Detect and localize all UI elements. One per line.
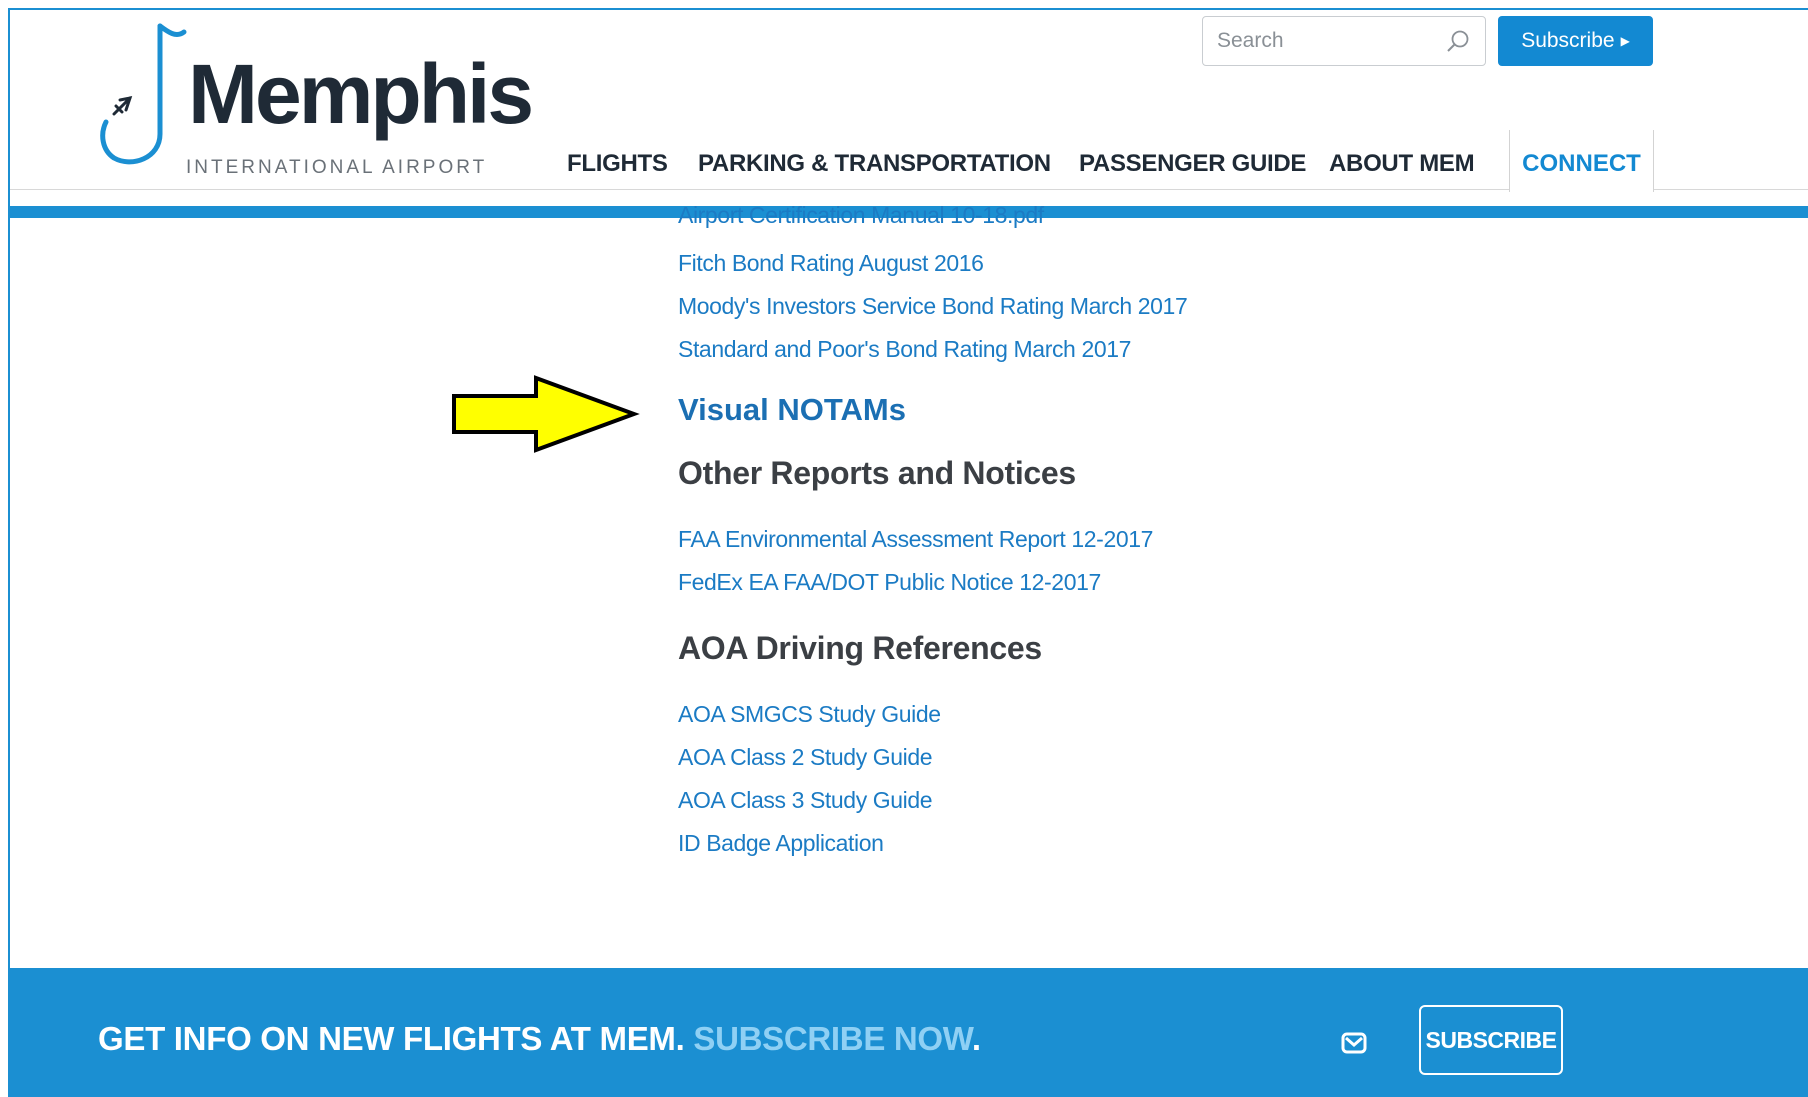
link-sp-bond[interactable]: Standard and Poor's Bond Rating March 20… xyxy=(678,336,1131,363)
heading-other-reports: Other Reports and Notices xyxy=(678,455,1076,491)
memphis-airport-logo[interactable]: Memphis INTERNATIONAL AIRPORT xyxy=(92,18,534,188)
banner-subscribe-button[interactable]: SUBSCRIBE xyxy=(1419,1005,1563,1075)
nav-item-flights[interactable]: FLIGHTS xyxy=(567,150,668,178)
clipped-document-link[interactable]: Airport Certification Manual 10-18.pdf xyxy=(678,202,1044,229)
header-subscribe-label: Subscribe xyxy=(1521,29,1615,52)
banner-text-main: GET INFO ON NEW FLIGHTS AT MEM. xyxy=(98,1020,685,1057)
logo-tagline: INTERNATIONAL AIRPORT xyxy=(186,157,488,178)
header-subscribe-button[interactable]: Subscribe ▶ xyxy=(1498,16,1653,66)
link-fitch-bond[interactable]: Fitch Bond Rating August 2016 xyxy=(678,250,984,277)
site-header: Memphis INTERNATIONAL AIRPORT Subscribe … xyxy=(10,10,1808,192)
link-aoa-class-2[interactable]: AOA Class 2 Study Guide xyxy=(678,744,933,771)
link-faa-environmental[interactable]: FAA Environmental Assessment Report 12-2… xyxy=(678,526,1153,553)
search-icon[interactable] xyxy=(1445,29,1471,55)
logo-wordmark: Memphis xyxy=(188,47,534,141)
annotation-arrow-icon xyxy=(452,375,640,453)
banner-text-period: . xyxy=(971,1020,981,1057)
nav-item-connect[interactable]: CONNECT xyxy=(1509,130,1654,192)
caret-right-icon: ▶ xyxy=(1620,34,1630,48)
banner-text-subscribe-now[interactable]: SUBSCRIBE NOW xyxy=(693,1020,972,1057)
nav-item-passenger-guide[interactable]: PASSENGER GUIDE xyxy=(1079,150,1306,178)
link-visual-notams[interactable]: Visual NOTAMs xyxy=(678,392,906,428)
link-aoa-class-3[interactable]: AOA Class 3 Study Guide xyxy=(678,787,933,814)
mail-icon xyxy=(1341,1032,1367,1054)
nav-item-about-mem[interactable]: ABOUT MEM xyxy=(1329,150,1475,178)
nav-item-parking-transportation[interactable]: PARKING & TRANSPORTATION xyxy=(698,150,1051,178)
banner-text: GET INFO ON NEW FLIGHTS AT MEM. SUBSCRIB… xyxy=(98,1020,981,1058)
search-input[interactable] xyxy=(1217,25,1437,57)
search-box[interactable] xyxy=(1202,16,1486,66)
link-aoa-smgcs[interactable]: AOA SMGCS Study Guide xyxy=(678,701,941,728)
heading-aoa-driving: AOA Driving References xyxy=(678,630,1042,666)
link-id-badge[interactable]: ID Badge Application xyxy=(678,830,884,857)
browser-frame: Memphis INTERNATIONAL AIRPORT Subscribe … xyxy=(8,8,1808,1097)
link-moodys-bond[interactable]: Moody's Investors Service Bond Rating Ma… xyxy=(678,293,1188,320)
subscribe-banner: GET INFO ON NEW FLIGHTS AT MEM. SUBSCRIB… xyxy=(10,968,1808,1097)
link-fedex-ea-notice[interactable]: FedEx EA FAA/DOT Public Notice 12-2017 xyxy=(678,569,1101,596)
logo-swoosh-icon xyxy=(100,23,187,165)
